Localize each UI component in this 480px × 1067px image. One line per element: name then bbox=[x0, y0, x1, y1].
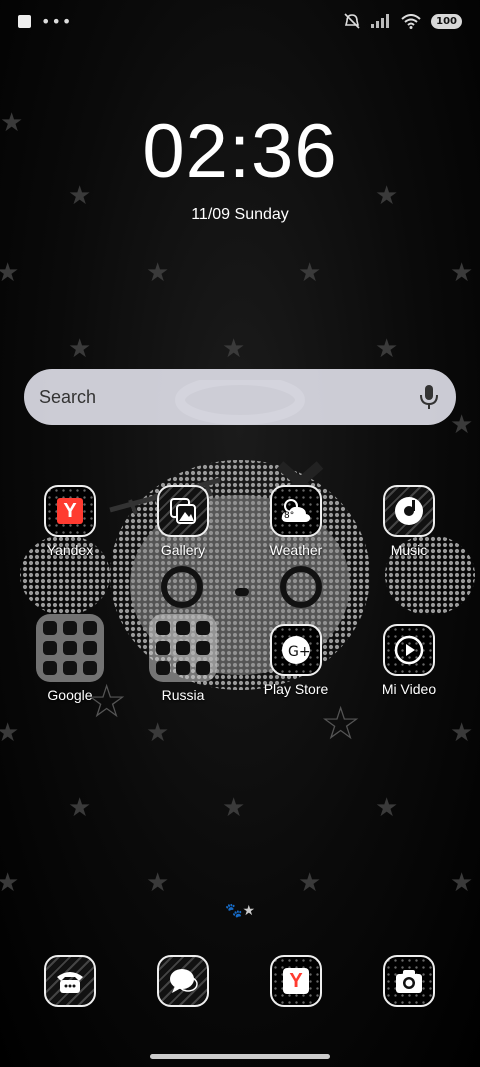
play-store-icon: G+ bbox=[270, 624, 322, 676]
russia-folder-icon bbox=[149, 614, 217, 682]
paw-icon: 🐾 bbox=[225, 903, 243, 919]
app-mi-video[interactable]: Mi Video bbox=[359, 624, 459, 697]
phone-icon[interactable] bbox=[44, 955, 96, 1007]
clock-date[interactable]: 11/09 Sunday bbox=[0, 206, 480, 224]
search-bar[interactable] bbox=[24, 369, 456, 425]
yandex-icon: Y bbox=[44, 485, 96, 537]
folder-russia[interactable]: Russia bbox=[133, 614, 233, 703]
app-label: Play Store bbox=[263, 681, 329, 697]
app-weather[interactable]: 8° Weather bbox=[246, 485, 346, 558]
status-bar: ••• 100 bbox=[0, 0, 480, 42]
weather-temp: 8° bbox=[284, 511, 295, 521]
app-label: Google bbox=[47, 687, 93, 703]
search-input[interactable] bbox=[39, 386, 379, 408]
music-icon bbox=[383, 485, 435, 537]
google-folder-icon bbox=[36, 614, 104, 682]
signal-icon bbox=[371, 14, 390, 28]
page-indicator[interactable]: 🐾★ bbox=[0, 903, 480, 919]
app-yandex[interactable]: Y Yandex bbox=[20, 485, 120, 558]
battery-icon: 100 bbox=[431, 13, 462, 29]
camera-icon[interactable] bbox=[383, 955, 435, 1007]
yandex-browser-icon[interactable]: Y bbox=[270, 955, 322, 1007]
svg-text:G+: G+ bbox=[288, 644, 311, 660]
app-label: Russia bbox=[161, 687, 205, 703]
notification-square-icon bbox=[18, 14, 31, 28]
weather-icon: 8° bbox=[270, 485, 322, 537]
gallery-icon bbox=[157, 485, 209, 537]
mute-icon bbox=[344, 13, 360, 29]
messages-icon[interactable] bbox=[157, 955, 209, 1007]
app-music[interactable]: Music bbox=[359, 485, 459, 558]
wifi-icon bbox=[401, 13, 421, 29]
app-play-store[interactable]: G+ Play Store bbox=[246, 624, 346, 697]
app-label: Weather bbox=[269, 542, 323, 558]
app-label: Mi Video bbox=[381, 681, 437, 697]
more-dots-icon: ••• bbox=[41, 11, 73, 31]
app-label: Gallery bbox=[160, 542, 206, 558]
mi-video-icon bbox=[383, 624, 435, 676]
app-label: Music bbox=[390, 542, 428, 558]
clock-time[interactable]: 02:36 bbox=[0, 108, 480, 195]
home-gesture-bar[interactable] bbox=[150, 1054, 330, 1059]
star-icon: ★ bbox=[242, 903, 255, 919]
app-gallery[interactable]: Gallery bbox=[133, 485, 233, 558]
folder-google[interactable]: Google bbox=[20, 614, 120, 703]
mic-icon[interactable] bbox=[418, 384, 440, 410]
app-label: Yandex bbox=[46, 542, 94, 558]
